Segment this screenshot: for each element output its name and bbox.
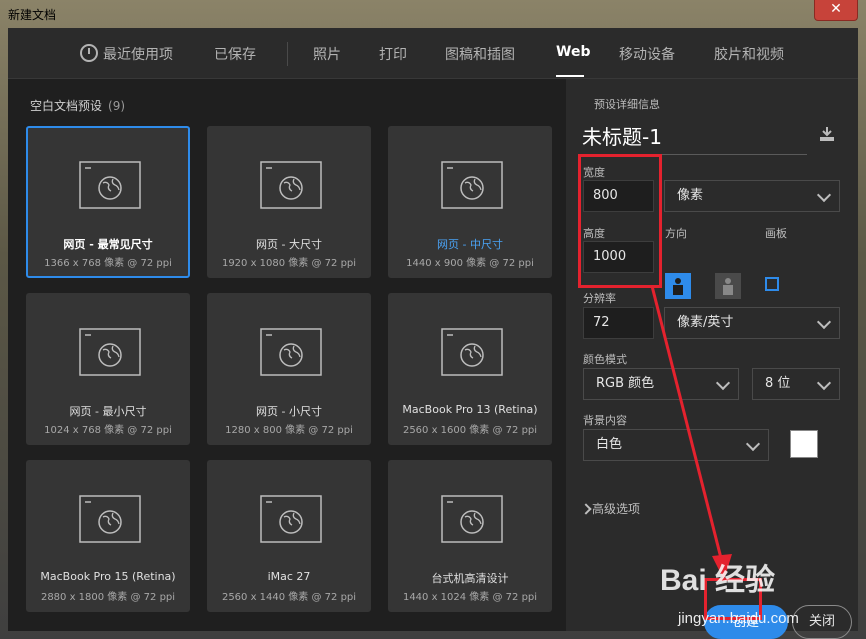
tab-mobile[interactable]: 移动设备: [619, 44, 675, 64]
preset-size: 1440 x 900 像素 @ 72 ppi: [406, 258, 534, 269]
preset-size: 1440 x 1024 像素 @ 72 ppi: [402, 592, 538, 603]
title-bar: 新建文档 ✕: [0, 0, 866, 28]
preset-card[interactable]: 网页 - 最小尺寸 1024 x 768 像素 @ 72 ppi: [26, 293, 190, 445]
category-tabs: 最近使用项 已保存 照片 打印 图稿和插图 Web 移动设备 胶片和视频: [8, 28, 858, 79]
color-mode-value: RGB 颜色: [596, 376, 655, 391]
chevron-down-icon: [715, 375, 731, 391]
preset-name: 网页 - 小尺寸: [256, 405, 322, 418]
preset-size: 1024 x 768 像素 @ 72 ppi: [44, 425, 172, 436]
chevron-down-icon: [745, 436, 761, 452]
preset-card[interactable]: 网页 - 中尺寸 1440 x 900 像素 @ 72 ppi: [388, 126, 552, 278]
preset-name: 台式机高清设计: [431, 572, 509, 585]
height-label: 高度: [583, 227, 605, 240]
background-dropdown[interactable]: 白色: [583, 429, 769, 461]
preset-name: 网页 - 最小尺寸: [69, 405, 147, 418]
preset-name: MacBook Pro 13 (Retina): [402, 403, 538, 416]
new-document-window: 新建文档 ✕ 最近使用项 已保存 照片 打印 图稿和插图 Web 移动设备 胶片…: [0, 0, 866, 639]
chevron-down-icon: [816, 314, 832, 330]
baidu-watermark-url: jingyan.baidu.com: [678, 610, 799, 627]
height-input[interactable]: 1000: [583, 241, 654, 273]
tab-film-video[interactable]: 胶片和视频: [714, 44, 784, 64]
web-document-icon: [79, 161, 141, 209]
tab-web[interactable]: Web: [556, 44, 590, 60]
tab-print[interactable]: 打印: [379, 44, 407, 64]
clock-icon: [80, 44, 98, 62]
chevron-down-icon: [816, 187, 832, 203]
window-title: 新建文档: [8, 8, 57, 22]
preset-size: 2880 x 1800 像素 @ 72 ppi: [40, 592, 176, 603]
tab-art-illustration[interactable]: 图稿和插图: [445, 44, 515, 64]
web-document-icon: [260, 328, 322, 376]
preset-card[interactable]: MacBook Pro 13 (Retina) 2560 x 1600 像素 @ …: [388, 293, 552, 445]
width-label: 宽度: [583, 166, 605, 179]
chevron-right-icon: [580, 503, 592, 515]
width-input[interactable]: 800: [583, 180, 654, 212]
resolution-unit-value: 像素/英寸: [677, 315, 734, 330]
web-document-icon: [441, 328, 503, 376]
presets-header: 空白文档预设 (9): [30, 97, 125, 114]
portrait-orientation-button[interactable]: [665, 273, 691, 299]
background-color-swatch[interactable]: [790, 430, 818, 458]
preset-name: 网页 - 最常见尺寸: [63, 238, 153, 251]
preset-card[interactable]: 网页 - 小尺寸 1280 x 800 像素 @ 72 ppi: [207, 293, 371, 445]
tab-saved[interactable]: 已保存: [214, 44, 256, 64]
tab-recent[interactable]: 最近使用项: [103, 44, 173, 64]
resolution-label: 分辨率: [583, 292, 616, 305]
window-close-button[interactable]: ✕: [814, 0, 858, 21]
preset-size: 1920 x 1080 像素 @ 72 ppi: [221, 258, 357, 269]
document-name-field[interactable]: 未标题-1: [582, 121, 807, 155]
preset-size: 1366 x 768 像素 @ 72 ppi: [44, 258, 172, 269]
bit-depth-dropdown[interactable]: 8 位: [752, 368, 840, 400]
save-preset-icon[interactable]: [818, 125, 836, 143]
orientation-label: 方向: [665, 227, 687, 240]
resolution-unit-dropdown[interactable]: 像素/英寸: [664, 307, 840, 339]
artboard-checkbox[interactable]: [765, 277, 779, 291]
web-document-icon: [79, 495, 141, 543]
tab-photo[interactable]: 照片: [313, 44, 341, 64]
color-mode-label: 颜色模式: [583, 353, 627, 366]
details-header: 预设详细信息: [594, 98, 660, 111]
preset-card[interactable]: 网页 - 最常见尺寸 1366 x 768 像素 @ 72 ppi: [26, 126, 190, 278]
preset-card[interactable]: iMac 27 2560 x 1440 像素 @ 72 ppi: [207, 460, 371, 612]
color-mode-dropdown[interactable]: RGB 颜色: [583, 368, 739, 400]
preset-name: 网页 - 大尺寸: [256, 238, 322, 251]
active-tab-underline: [556, 75, 584, 77]
unit-value: 像素: [677, 188, 704, 203]
advanced-options-toggle[interactable]: 高级选项: [592, 500, 640, 517]
close-button[interactable]: 关闭: [792, 605, 852, 639]
background-value: 白色: [596, 437, 623, 452]
preset-name: MacBook Pro 15 (Retina): [40, 570, 176, 583]
landscape-orientation-button[interactable]: [715, 273, 741, 299]
resolution-input[interactable]: 72: [583, 307, 654, 339]
preset-card[interactable]: 台式机高清设计 1440 x 1024 像素 @ 72 ppi: [388, 460, 552, 612]
web-document-icon: [441, 495, 503, 543]
dialog-content: 最近使用项 已保存 照片 打印 图稿和插图 Web 移动设备 胶片和视频 空白文…: [8, 28, 858, 639]
preset-details-panel: 预设详细信息 未标题-1 宽度 800 像素 高度 1000 方向 画板 分辨率…: [574, 79, 858, 639]
web-document-icon: [260, 161, 322, 209]
preset-card[interactable]: 网页 - 大尺寸 1920 x 1080 像素 @ 72 ppi: [207, 126, 371, 278]
presets-title: 空白文档预设: [30, 99, 103, 113]
preset-name: 网页 - 中尺寸: [437, 238, 503, 251]
preset-size: 1280 x 800 像素 @ 72 ppi: [225, 425, 353, 436]
background-label: 背景内容: [583, 414, 627, 427]
chevron-down-icon: [816, 375, 832, 391]
preset-size: 2560 x 1440 像素 @ 72 ppi: [221, 592, 357, 603]
preset-name: iMac 27: [267, 570, 311, 583]
presets-panel: 空白文档预设 (9) 网页 - 最常见尺寸 1366 x 768 像素 @ 72 p…: [8, 79, 566, 631]
bit-depth-value: 8 位: [765, 376, 791, 391]
preset-card[interactable]: MacBook Pro 15 (Retina) 2880 x 1800 像素 @ …: [26, 460, 190, 612]
preset-size: 2560 x 1600 像素 @ 72 ppi: [402, 425, 538, 436]
web-document-icon: [260, 495, 322, 543]
artboard-label: 画板: [765, 227, 787, 240]
presets-count: (9): [108, 99, 126, 113]
tab-separator: [287, 42, 288, 66]
web-document-icon: [441, 161, 503, 209]
baidu-watermark-logo: Bai 经验: [660, 564, 776, 597]
unit-dropdown[interactable]: 像素: [664, 180, 840, 212]
web-document-icon: [79, 328, 141, 376]
